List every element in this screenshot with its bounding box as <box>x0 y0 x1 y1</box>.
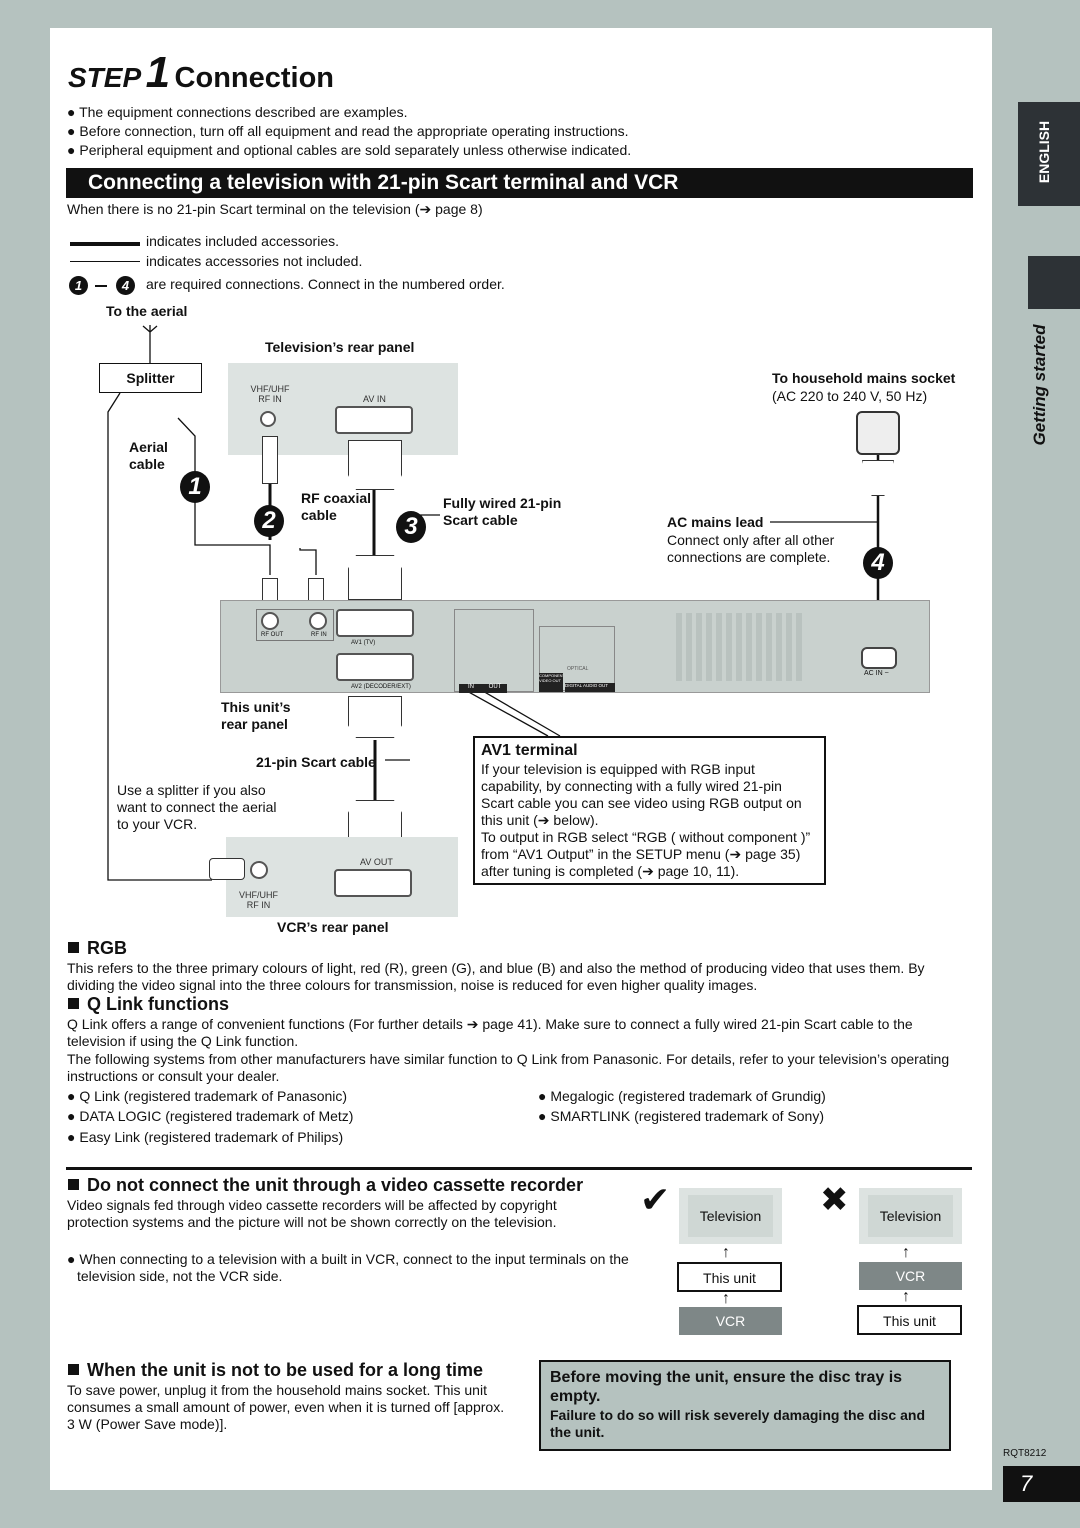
list-item: ● SMARTLINK (registered trademark of Son… <box>538 1108 824 1124</box>
vcr-bullet: ● When connecting to a television with a… <box>67 1251 629 1284</box>
divider <box>66 1167 972 1170</box>
av2-label: AV2 (DECODER/EXT) <box>351 684 411 690</box>
av1-label: AV1 (TV) <box>351 640 376 646</box>
rf-in-jack <box>309 612 327 630</box>
scart-socket-icon <box>335 406 413 434</box>
tv-panel-label: Television’s rear panel <box>265 339 415 355</box>
rf-out-jack <box>261 612 279 630</box>
section-tab <box>1028 256 1080 309</box>
av1-text: If your television is equipped with RGB … <box>481 761 802 828</box>
step-4-badge: 4 <box>863 547 893 579</box>
ac-note: Connect only after all other connections… <box>667 532 835 565</box>
rf-loop <box>299 548 317 575</box>
digital-label: DIGITAL AUDIO OUT <box>565 683 615 692</box>
check-icon: ✔ <box>640 1179 671 1220</box>
warning-box: Before moving the unit, ensure the disc … <box>539 1360 951 1451</box>
arrow-up-icon: ↑ <box>722 1244 730 1261</box>
tv-rf-in-label: VHF/UHF RF IN <box>250 384 290 404</box>
tv-label: Television <box>688 1195 773 1237</box>
aerial-cable-label: Aerial cable <box>129 439 168 472</box>
mains-label: To household mains socket <box>772 370 956 386</box>
cross-icon: ✖ <box>820 1181 849 1219</box>
step-3-badge: 3 <box>396 511 426 543</box>
tv-label: Television <box>868 1195 953 1237</box>
tv-box-wrong: Television <box>859 1188 962 1244</box>
scart-full-label: Fully wired 21-pin Scart cable <box>443 495 562 528</box>
component-label: COMPONENT VIDEO OUT <box>539 673 563 692</box>
rf-plug-icon <box>262 436 278 484</box>
vcr-panel-label: VCR’s rear panel <box>277 919 389 935</box>
language-tab: ENGLISH <box>1018 102 1080 206</box>
longtime-text: To save power, unplug it from the househ… <box>67 1382 505 1432</box>
section-label: Getting started <box>1030 324 1049 446</box>
list-item: ● DATA LOGIC (registered trademark of Me… <box>67 1108 354 1124</box>
in-label: IN <box>459 684 483 693</box>
unit-panel-label: This unit’s rear panel <box>221 699 291 732</box>
list-item: ● Easy Link (registered trademark of Phi… <box>67 1129 344 1145</box>
longtime-heading: When the unit is not to be used for a lo… <box>68 1360 483 1380</box>
rf-plug-icon <box>209 858 245 880</box>
vcr-heading: Do not connect the unit through a video … <box>68 1175 583 1195</box>
scart-plug-icon <box>348 555 402 600</box>
ac-in-label: AC IN ~ <box>864 670 889 677</box>
vcr-box: VCR <box>679 1307 782 1335</box>
aerial-icon <box>142 325 158 363</box>
mains-spec: (AC 220 to 240 V, 50 Hz) <box>772 388 928 404</box>
splitter-box: Splitter <box>99 363 202 393</box>
doc-code: RQT8212 <box>1003 1448 1047 1459</box>
arrow-up-icon: ↑ <box>902 1288 910 1305</box>
splitter-note: Use a splitter if you also want to conne… <box>117 782 277 832</box>
to-aerial-label: To the aerial <box>106 303 188 319</box>
vcr-box: VCR <box>859 1262 962 1290</box>
av-jacks <box>454 609 534 692</box>
warning-title: Before moving the unit, ensure the disc … <box>550 1369 903 1405</box>
warning-text: Failure to do so will risk severely dama… <box>550 1407 925 1440</box>
ac-lead-label: AC mains lead <box>667 514 767 531</box>
qlink-text-1: Q Link offers a range of convenient func… <box>67 1016 913 1049</box>
qlink-text-2: The following systems from other manufac… <box>67 1051 950 1084</box>
av1-text-rgb: To output in RGB select “RGB ( without c… <box>481 829 811 879</box>
scart-plug-icon <box>348 800 402 842</box>
tv-av-in-label: AV IN <box>363 394 386 404</box>
vcr-scart-socket <box>334 869 412 897</box>
av1-title: AV1 terminal <box>481 742 578 759</box>
rf-jack-icon <box>260 411 276 427</box>
list-item: ● Megalogic (registered trademark of Gru… <box>538 1088 826 1104</box>
step-2-badge: 2 <box>254 505 284 537</box>
rf-out-label: RF OUT <box>261 632 284 638</box>
scart-plug-icon <box>348 440 402 490</box>
page-number: 7 <box>1003 1466 1080 1502</box>
scart21-label: 21-pin Scart cable <box>256 754 376 770</box>
vcr-text: Video signals fed through video cassette… <box>67 1197 557 1230</box>
scart-plug-icon <box>348 696 402 738</box>
out-label: OUT <box>483 684 507 693</box>
tv-box-correct: Television <box>679 1188 782 1244</box>
av1-scart-socket <box>336 609 414 637</box>
rgb-heading: RGB <box>68 938 127 958</box>
qlink-heading: Q Link functions <box>68 994 229 1014</box>
av2-scart-socket <box>336 653 414 681</box>
rgb-text: This refers to the three primary colours… <box>67 960 925 993</box>
av1-terminal-box: AV1 terminal If your television is equip… <box>473 736 826 885</box>
arrow-up-icon: ↑ <box>722 1290 730 1307</box>
vcr-av-out-label: AV OUT <box>360 857 393 867</box>
list-item: ● Q Link (registered trademark of Panaso… <box>67 1088 348 1104</box>
language-label: ENGLISH <box>1036 120 1052 184</box>
vcr-rf-jack <box>250 861 268 879</box>
this-unit-box: This unit <box>857 1305 962 1335</box>
vent-grille <box>676 613 806 681</box>
vcr-rf-label: VHF/UHF RF IN <box>239 890 278 910</box>
rf-coax-label: RF coaxial cable <box>301 490 372 523</box>
this-unit-box: This unit <box>677 1262 782 1292</box>
vcr-rear-panel: AV OUT VHF/UHF RF IN <box>226 837 458 917</box>
unit-rear-panel: RF OUT RF IN AV1 (TV) AV2 (DECODER/EXT) … <box>220 600 930 693</box>
rf-in-label: RF IN <box>311 632 327 638</box>
optical-label: OPTICAL <box>567 666 589 672</box>
step-1-badge: 1 <box>180 471 210 503</box>
arrow-up-icon: ↑ <box>902 1244 910 1261</box>
ac-in-socket <box>861 647 897 669</box>
wall-socket-icon <box>856 411 900 455</box>
